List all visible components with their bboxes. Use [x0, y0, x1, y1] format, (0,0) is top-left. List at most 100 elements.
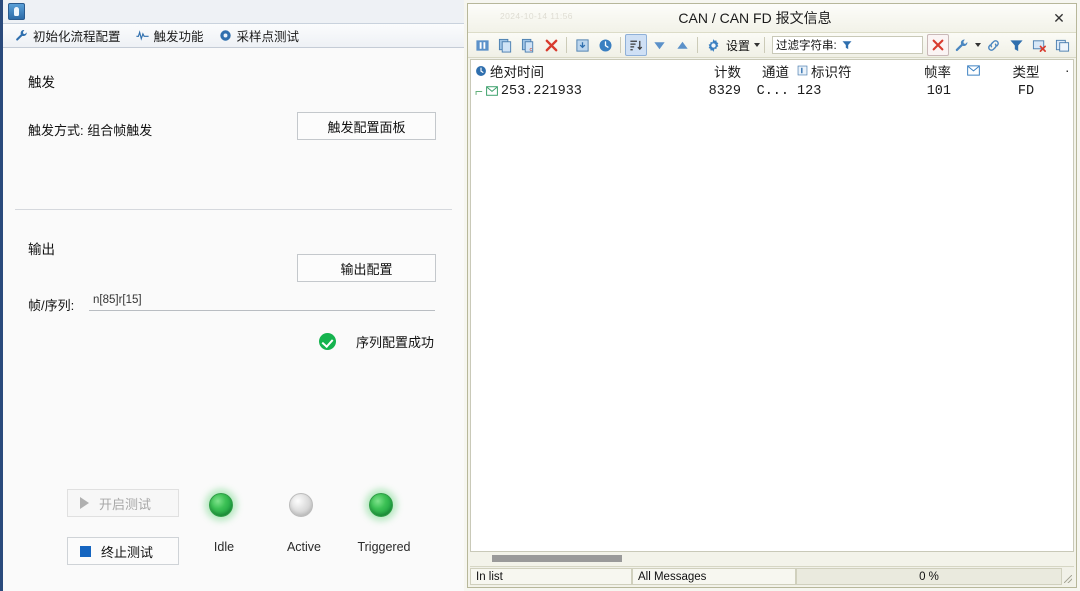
column-header-channel-label: 通道 [762, 64, 789, 80]
column-header-type[interactable]: 类型 [991, 61, 1061, 81]
column-header-identifier-label: 标识符 [811, 64, 852, 80]
trigger-config-panel-button[interactable]: 触发配置面板 [297, 112, 436, 140]
tab-init-flow-config[interactable]: 初始化流程配置 [11, 24, 130, 47]
filter-string-input[interactable] [856, 38, 919, 52]
stop-test-button[interactable]: 终止测试 [67, 537, 179, 565]
column-header-envelope[interactable] [955, 65, 991, 76]
horizontal-scrollbar-thumb[interactable] [492, 555, 622, 562]
led-indicator-idle: Idle [209, 493, 239, 554]
funnel-icon[interactable] [841, 39, 853, 51]
clock-icon[interactable] [594, 34, 616, 56]
funnel-blue-icon[interactable] [1005, 34, 1027, 56]
column-header-count-label: 计数 [714, 64, 741, 80]
settings-label[interactable]: 设置 [725, 37, 751, 54]
column-header-absolute-time[interactable]: 绝对时间 [471, 61, 667, 81]
gear-icon[interactable] [702, 34, 724, 56]
wrench-dropdown-chevron-icon[interactable] [975, 43, 981, 47]
frame-sequence-label: 帧/序列: [28, 298, 75, 313]
trigger-section: 触发 触发方式: 组合帧触发 触发配置面板 [3, 48, 464, 210]
output-section: 输出 输出配置 帧/序列: 序列配置成功 [3, 210, 464, 420]
left-app-titlebar [3, 0, 464, 24]
can-window-titlebar[interactable]: 2024-10-14 11:56 CAN / CAN FD 报文信息 ✕ [468, 4, 1076, 33]
test-controls-section: 开启测试 终止测试 Idle Active Triggered [3, 484, 464, 584]
wrench-icon [15, 29, 28, 42]
column-header-channel[interactable]: 通道 [745, 61, 793, 81]
horizontal-scrollbar[interactable] [470, 552, 1074, 566]
column-header-more-label: · [1065, 63, 1070, 78]
led-active-lamp [289, 493, 313, 517]
stop-icon [80, 545, 91, 557]
close-icon[interactable]: ✕ [1042, 5, 1076, 31]
wrench-search-icon[interactable] [950, 34, 972, 56]
statusbar-in-list: In list [470, 568, 632, 585]
clear-delete-icon[interactable] [540, 34, 562, 56]
output-config-button[interactable]: 输出配置 [297, 254, 436, 282]
envelope-icon [966, 65, 980, 76]
statusbar-all-messages: All Messages [632, 568, 796, 585]
filter-string-label: 过滤字符串: [776, 40, 837, 52]
frame-sequence-input[interactable] [89, 292, 435, 311]
cell-absolute-time: ⌐ 253.221933 [471, 84, 667, 99]
ghost-timestamp-label: 2024-10-14 11:56 [500, 11, 573, 21]
table-row[interactable]: ⌐ 253.221933 8329 C... 123 101 FD [471, 81, 1073, 101]
trigger-mode-label: 触发方式: 组合帧触发 [28, 123, 153, 138]
copy-icon[interactable] [494, 34, 516, 56]
success-check-icon [319, 333, 336, 350]
tab-sample-point-test-label: 采样点测试 [236, 30, 300, 44]
save-down-icon[interactable] [571, 34, 593, 56]
column-header-more[interactable]: · [1061, 63, 1073, 78]
triangle-down-icon[interactable] [648, 34, 670, 56]
toolbar-separator-3 [697, 37, 698, 53]
svg-text:c: c [529, 47, 532, 53]
cell-channel: C... [756, 83, 789, 99]
column-header-absolute-time-label: 绝对时间 [490, 64, 544, 80]
table-header-row: 绝对时间 计数 通道 标识符 帧率 类型 · [471, 60, 1073, 81]
filter-string-box[interactable]: 过滤字符串: [772, 36, 923, 54]
start-test-label: 开启测试 [99, 496, 152, 512]
link-icon[interactable] [982, 34, 1004, 56]
cell-type: FD [1017, 83, 1035, 99]
toolbar-separator-1 [566, 37, 567, 53]
clock-blue-icon [475, 65, 487, 77]
column-header-identifier[interactable]: 标识符 [793, 61, 883, 81]
tab-init-flow-config-label: 初始化流程配置 [33, 30, 121, 44]
can-message-table[interactable]: 绝对时间 计数 通道 标识符 帧率 类型 · ⌐ 253.221933 8329… [470, 59, 1074, 552]
app-logo-icon [8, 3, 25, 20]
copy-cell-icon[interactable]: c [517, 34, 539, 56]
can-window-frame: 2024-10-14 11:56 CAN / CAN FD 报文信息 ✕ c 设… [467, 3, 1077, 588]
stop-test-label: 终止测试 [101, 544, 154, 560]
tree-branch-icon: ⌐ [475, 83, 483, 99]
red-x-icon[interactable] [927, 34, 949, 56]
led-idle-label: Idle [213, 540, 235, 554]
waveform-icon [135, 29, 149, 42]
envelope-green-icon [486, 86, 498, 96]
tab-sample-point-test[interactable]: 采样点测试 [215, 24, 309, 47]
left-app-tabbar: 初始化流程配置 触发功能 采样点测试 [3, 24, 464, 48]
start-test-button[interactable]: 开启测试 [67, 489, 179, 517]
led-indicator-active: Active [287, 493, 321, 554]
sequence-status-text: 序列配置成功 [356, 335, 435, 350]
led-triggered-label: Triggered [357, 540, 411, 554]
column-header-count[interactable]: 计数 [667, 61, 745, 81]
triangle-up-icon[interactable] [671, 34, 693, 56]
chevron-down-icon[interactable] [754, 43, 761, 47]
led-indicator-triggered: Triggered [357, 493, 411, 554]
tab-trigger-function[interactable]: 触发功能 [132, 24, 213, 47]
output-section-title: 输出 [28, 242, 55, 257]
sort-descending-icon[interactable] [625, 34, 647, 56]
resize-grip-icon[interactable] [1062, 568, 1074, 585]
cell-frame-rate: 101 [926, 83, 951, 99]
can-toolbar: c 设置 过滤字符串: [468, 33, 1076, 58]
toolbar-separator-4 [764, 37, 766, 53]
sequence-status-row: 序列配置成功 [319, 332, 434, 351]
pause-icon[interactable] [471, 34, 493, 56]
cell-count: 8329 [708, 83, 741, 99]
remove-filter-icon[interactable] [1028, 34, 1050, 56]
toolbar-separator-2 [620, 37, 621, 53]
led-triggered-lamp [369, 493, 393, 517]
export-window-icon[interactable] [1051, 34, 1073, 56]
id-box-icon [797, 65, 808, 76]
can-message-window: 2024-10-14 11:56 CAN / CAN FD 报文信息 ✕ c 设… [464, 0, 1080, 591]
column-header-frame-rate[interactable]: 帧率 [883, 61, 955, 81]
led-active-label: Active [286, 540, 322, 554]
